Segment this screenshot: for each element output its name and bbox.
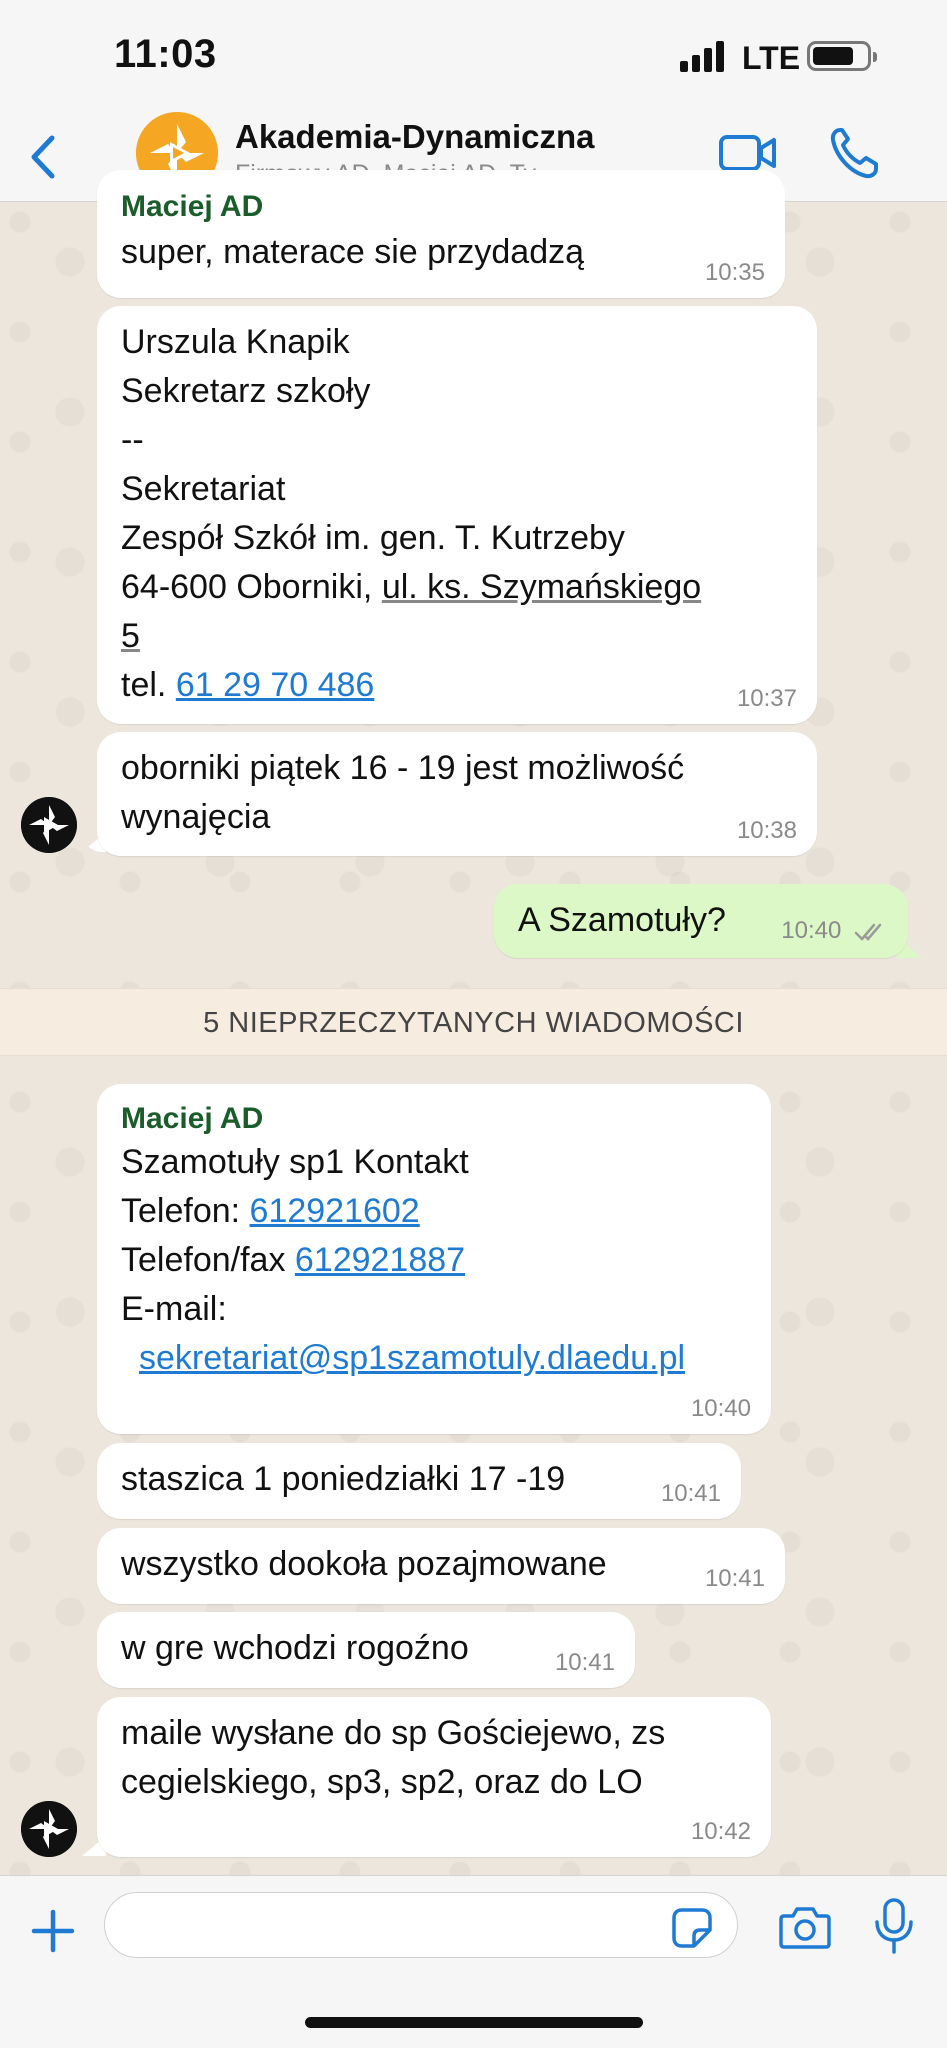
message-text: Sekretarz szkoły [121, 372, 371, 410]
message-bubble[interactable]: A Szamotuły? 10:40 [494, 884, 908, 958]
message-text: staszica 1 poniedziałki 17 -19 [121, 1460, 566, 1498]
address-line: 64-600 Oborniki, ul. ks. Szymańskiego [121, 568, 702, 606]
plus-icon [31, 1909, 75, 1953]
message-time: 10:37 [736, 685, 797, 712]
status-time: 11:03 [114, 32, 217, 76]
message-bubble[interactable]: wszystko dookoła pozajmowane 10:41 [97, 1528, 785, 1604]
message-text: cegielskiego, sp3, sp2, oraz do LO [121, 1763, 643, 1801]
camera-button[interactable] [778, 1902, 832, 1952]
phone-line: Telefon: 612921602 [121, 1192, 420, 1230]
address-link[interactable]: ul. ks. Szymańskiego [382, 568, 701, 606]
message-text: wszystko dookoła pozajmowane [121, 1545, 607, 1583]
message-text: maile wysłane do sp Gościejewo, zs [121, 1714, 666, 1752]
message-bubble[interactable]: Urszula Knapik Sekretarz szkoły -- Sekre… [97, 306, 817, 724]
email-label: E-mail: [121, 1290, 227, 1328]
message-text: Szamotuły sp1 Kontakt [121, 1143, 469, 1181]
fax-link[interactable]: 612921887 [295, 1241, 465, 1279]
message-bubble[interactable]: Maciej AD Szamotuły sp1 Kontakt Telefon:… [97, 1084, 771, 1434]
message-text: oborniki piątek 16 - 19 jest możliwość [121, 749, 685, 787]
message-bubble[interactable]: oborniki piątek 16 - 19 jest możliwość w… [97, 732, 817, 856]
logo-icon [21, 797, 77, 853]
network-type: LTE [742, 40, 801, 76]
message-bubble[interactable]: maile wysłane do sp Gościejewo, zs cegie… [97, 1697, 771, 1857]
phone-icon [830, 128, 878, 179]
voice-message-button[interactable] [872, 1896, 916, 1956]
chat-title[interactable]: Akademia-Dynamiczna [235, 118, 594, 156]
status-bar: 11:03 LTE [0, 0, 947, 112]
phone-link[interactable]: 612921602 [250, 1192, 420, 1230]
voice-call-button[interactable] [828, 124, 880, 182]
address-link[interactable]: 5 [121, 617, 140, 655]
message-text: -- [121, 421, 144, 459]
message-time: 10:41 [704, 1565, 765, 1592]
signal-strength-icon [680, 40, 732, 72]
message-bubble[interactable]: Maciej AD super, materace sie przydadzą … [97, 170, 785, 298]
sender-avatar[interactable] [21, 1801, 77, 1857]
phone-link[interactable]: 61 29 70 486 [176, 666, 375, 704]
sticker-button[interactable] [670, 1906, 714, 1950]
message-text: Urszula Knapik [121, 323, 350, 361]
home-indicator[interactable] [305, 2017, 643, 2028]
message-sender: Maciej AD [121, 190, 264, 223]
message-input-bar [0, 1875, 947, 2048]
back-button[interactable] [22, 128, 66, 186]
attach-button[interactable] [28, 1906, 78, 1956]
sticker-icon [672, 1908, 712, 1948]
camera-icon [779, 1907, 831, 1949]
message-time: 10:42 [690, 1818, 751, 1845]
message-text: Zespół Szkół im. gen. T. Kutrzeby [121, 519, 625, 557]
chevron-left-icon [31, 135, 55, 179]
message-time: 10:41 [660, 1480, 721, 1507]
message-bubble[interactable]: staszica 1 poniedziałki 17 -19 10:41 [97, 1443, 741, 1519]
unread-messages-banner: 5 NIEPRZECZYTANYCH WIADOMOŚCI [0, 988, 947, 1056]
message-text: A Szamotuły? [518, 901, 726, 939]
double-check-icon [854, 923, 882, 941]
sender-avatar[interactable] [21, 797, 77, 853]
message-time: 10:40 [690, 1395, 751, 1422]
fax-line: Telefon/fax 612921887 [121, 1241, 466, 1279]
battery-icon [807, 41, 877, 71]
logo-icon [21, 1801, 77, 1857]
message-text: w gre wchodzi rogoźno [121, 1629, 469, 1667]
message-text: Sekretariat [121, 470, 286, 508]
message-bubble[interactable]: w gre wchodzi rogoźno 10:41 [97, 1612, 635, 1688]
message-text: wynajęcia [121, 798, 271, 836]
message-time: 10:38 [736, 817, 797, 844]
message-input[interactable] [104, 1892, 738, 1958]
message-sender: Maciej AD [121, 1102, 264, 1135]
message-time: 10:41 [554, 1649, 615, 1676]
phone-line: tel. 61 29 70 486 [121, 666, 375, 704]
message-text: super, materace sie przydadzą [121, 233, 585, 271]
email-link[interactable]: sekretariat@sp1szamotuly.dlaedu.pl [139, 1339, 685, 1377]
message-time-status: 10:40 [781, 916, 890, 946]
message-time: 10:35 [704, 259, 765, 286]
microphone-icon [875, 1898, 913, 1954]
